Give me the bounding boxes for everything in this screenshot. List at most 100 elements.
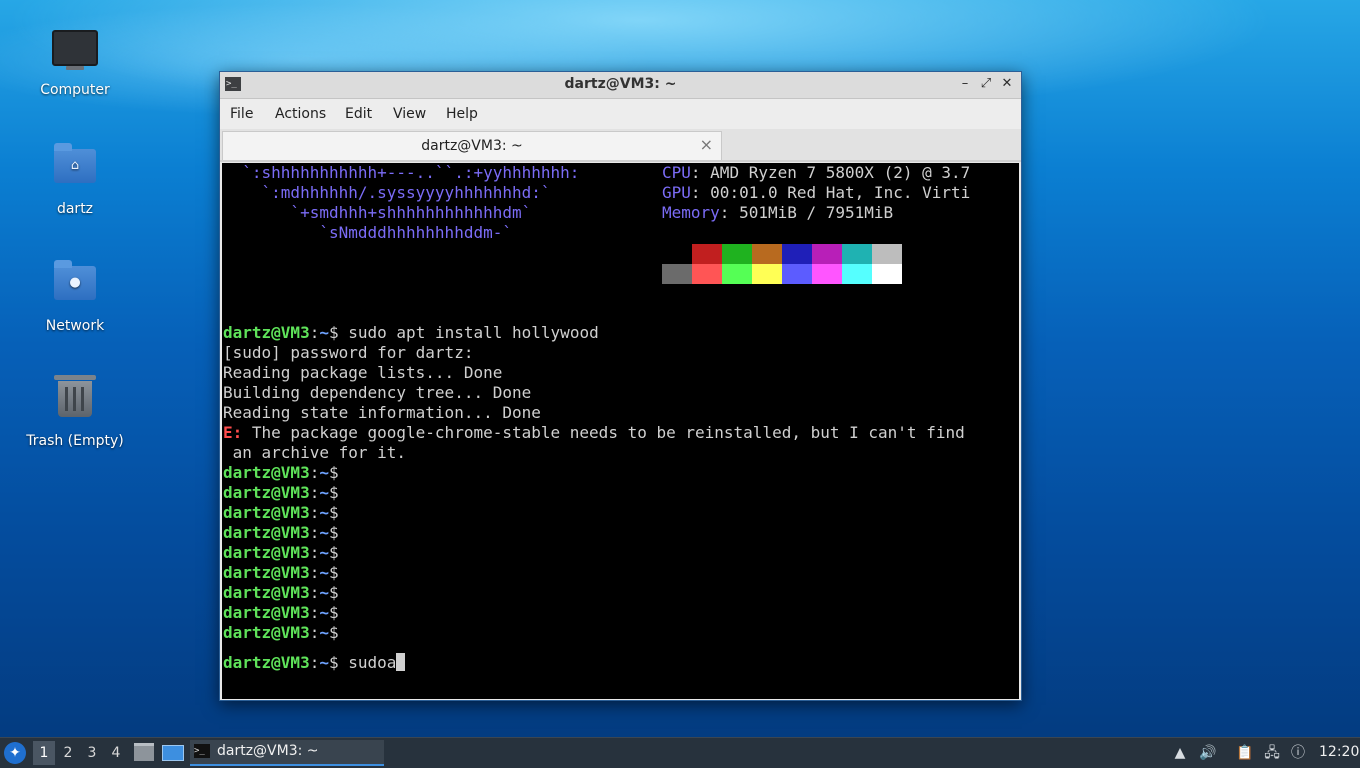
task-label: dartz@VM3: ~ bbox=[217, 743, 319, 759]
current-input-text[interactable]: sudoa bbox=[339, 653, 396, 672]
prompt-dollar: $ bbox=[328, 483, 339, 502]
workspace-1[interactable]: 1 bbox=[33, 741, 55, 765]
empty-prompt-line: dartz@VM3:~$ bbox=[223, 483, 339, 503]
palette-row-normal bbox=[662, 244, 902, 264]
desktop-icon-label: Network bbox=[45, 318, 105, 334]
prompt-user: dartz@VM3 bbox=[223, 463, 310, 482]
color-swatch bbox=[752, 244, 782, 264]
terminal-output[interactable]: `:shhhhhhhhhhh+---..``.:+yyhhhhhhh: `:md… bbox=[222, 163, 1019, 699]
prompt-dollar: $ bbox=[328, 523, 339, 542]
color-swatch bbox=[782, 244, 812, 264]
desktop-icon-label: Computer bbox=[40, 82, 110, 98]
prompt-dollar: $ bbox=[328, 583, 339, 602]
workspace-3[interactable]: 3 bbox=[81, 741, 103, 765]
info-key: Memory bbox=[662, 203, 720, 222]
volume-icon[interactable]: 🔊 bbox=[1199, 744, 1217, 762]
empty-prompt-line: dartz@VM3:~$ bbox=[223, 463, 339, 483]
output-line: Building dependency tree... Done bbox=[223, 383, 532, 402]
desktop-icon-computer[interactable]: Computer bbox=[20, 24, 130, 98]
window-title: dartz@VM3: ~ bbox=[564, 76, 677, 92]
workspace-2[interactable]: 2 bbox=[57, 741, 79, 765]
workspace-4[interactable]: 4 bbox=[105, 741, 127, 765]
command-text: sudo apt install hollywood bbox=[338, 323, 599, 342]
maximize-button[interactable]: ⤢ bbox=[978, 76, 994, 92]
show-desktop-icon[interactable] bbox=[162, 745, 184, 761]
computer-icon bbox=[52, 30, 98, 76]
prompt-dollar: $ bbox=[328, 653, 339, 672]
prompt-path: ~ bbox=[319, 503, 329, 522]
desktop-icon-label: dartz bbox=[56, 201, 94, 217]
prompt-sep: : bbox=[309, 653, 320, 672]
empty-prompt-line: dartz@VM3:~$ bbox=[223, 583, 339, 603]
menu-actions[interactable]: Actions bbox=[275, 106, 326, 122]
prompt-sep: : bbox=[309, 503, 320, 522]
prompt-user: dartz@VM3 bbox=[223, 523, 310, 542]
prompt-path: ~ bbox=[319, 523, 329, 542]
terminal-task-icon: >_ bbox=[194, 744, 210, 758]
minimize-button[interactable]: – bbox=[957, 76, 973, 92]
prompt-sep: : bbox=[309, 583, 320, 602]
prompt-dollar: $ bbox=[328, 463, 339, 482]
network-folder-icon: ● bbox=[52, 260, 98, 312]
color-swatch bbox=[692, 264, 722, 284]
prompt-path: ~ bbox=[319, 563, 329, 582]
prompt-path: ~ bbox=[319, 653, 329, 672]
menu-edit[interactable]: Edit bbox=[345, 106, 372, 122]
prompt-user: dartz@VM3 bbox=[223, 653, 310, 672]
info-line-memory: Memory: 501MiB / 7951MiB bbox=[662, 203, 893, 223]
color-swatch bbox=[872, 244, 902, 264]
menu-view[interactable]: View bbox=[393, 106, 426, 122]
color-swatch bbox=[872, 264, 902, 284]
desktop-icon-trash[interactable]: Trash (Empty) bbox=[20, 375, 130, 449]
prompt-path: ~ bbox=[319, 603, 329, 622]
info-line-cpu: CPU: AMD Ryzen 7 5800X (2) @ 3.7 bbox=[662, 163, 970, 183]
prompt-sep: : bbox=[309, 323, 320, 342]
empty-prompt-line: dartz@VM3:~$ bbox=[223, 603, 339, 623]
empty-prompt-line: dartz@VM3:~$ bbox=[223, 503, 339, 523]
palette-row-bright bbox=[662, 264, 902, 284]
prompt-line: dartz@VM3:~$ sudo apt install hollywood bbox=[223, 323, 599, 343]
tab-close-icon[interactable]: × bbox=[700, 135, 713, 154]
error-line-cont: an archive for it. bbox=[223, 443, 407, 462]
terminal-window[interactable]: >_ dartz@VM3: ~ – ⤢ ✕ File Actions Edit … bbox=[219, 71, 1022, 701]
info-value: : 501MiB / 7951MiB bbox=[719, 203, 894, 222]
prompt-path: ~ bbox=[319, 463, 329, 482]
desktop-icon-label: Trash (Empty) bbox=[26, 433, 124, 449]
clipboard-icon[interactable]: 📋 bbox=[1236, 744, 1254, 762]
prompt-sep: : bbox=[309, 603, 320, 622]
home-folder-icon: ⌂ bbox=[52, 143, 98, 195]
prompt-user: dartz@VM3 bbox=[223, 543, 310, 562]
error-tag: E: bbox=[223, 423, 243, 442]
tab-bar: dartz@VM3: ~ × bbox=[220, 129, 1021, 162]
prompt-path: ~ bbox=[319, 323, 329, 342]
desktop-icon-network[interactable]: ● Network bbox=[20, 258, 130, 334]
logo-line: `:shhhhhhhhhhh+---..``.:+yyhhhhhhh: bbox=[223, 163, 580, 182]
prompt-sep: : bbox=[309, 543, 320, 562]
menu-file[interactable]: File bbox=[230, 106, 253, 122]
prompt-dollar: $ bbox=[328, 623, 339, 642]
taskbar-task-terminal[interactable]: >_ dartz@VM3: ~ bbox=[190, 740, 384, 766]
current-prompt-line[interactable]: dartz@VM3:~$ sudoa bbox=[223, 653, 406, 673]
empty-prompt-line: dartz@VM3:~$ bbox=[223, 523, 339, 543]
file-cabinet-launcher-icon[interactable] bbox=[134, 743, 154, 761]
desktop-icon-home[interactable]: ⌂ dartz bbox=[20, 141, 130, 217]
notification-icon[interactable]: ⓘ bbox=[1289, 744, 1307, 762]
tab-terminal[interactable]: dartz@VM3: ~ × bbox=[222, 131, 722, 160]
color-swatch bbox=[692, 244, 722, 264]
close-button[interactable]: ✕ bbox=[999, 76, 1015, 92]
start-menu-button[interactable]: ✦ bbox=[4, 742, 26, 764]
menu-help[interactable]: Help bbox=[446, 106, 478, 122]
text-cursor bbox=[396, 653, 406, 671]
clock[interactable]: 12:20 bbox=[1319, 744, 1359, 760]
tab-label: dartz@VM3: ~ bbox=[421, 138, 523, 154]
taskbar: ✦ 1 2 3 4 >_ dartz@VM3: ~ ▲ 🔊 📋 🖧 ⓘ 12:2… bbox=[0, 737, 1360, 768]
window-titlebar[interactable]: >_ dartz@VM3: ~ – ⤢ ✕ bbox=[220, 72, 1021, 99]
prompt-user: dartz@VM3 bbox=[223, 603, 310, 622]
prompt-path: ~ bbox=[319, 623, 329, 642]
output-line: Reading package lists... Done bbox=[223, 363, 503, 382]
prompt-sep: : bbox=[309, 463, 320, 482]
color-swatch bbox=[842, 264, 872, 284]
updates-tray-icon[interactable]: ▲ bbox=[1171, 744, 1189, 762]
color-swatch bbox=[812, 244, 842, 264]
network-icon[interactable]: 🖧 bbox=[1263, 744, 1281, 762]
